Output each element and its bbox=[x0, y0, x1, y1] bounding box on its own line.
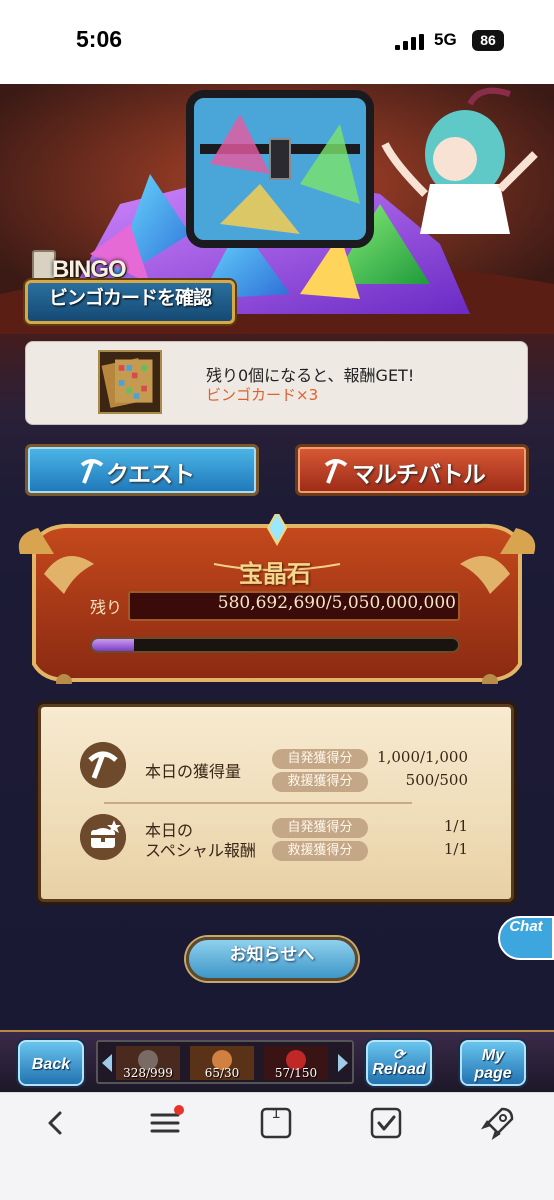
bingo-card-reward-icon bbox=[98, 350, 162, 414]
remaining-value: 580,692,690/5,050,000,000 bbox=[217, 593, 456, 613]
treasure-chest-icon bbox=[80, 814, 126, 860]
chat-button[interactable]: Chat bbox=[498, 916, 554, 960]
pickaxe-icon bbox=[80, 459, 104, 484]
daily-gain-label: 本日の獲得量 bbox=[145, 762, 242, 781]
reload-icon: ⟳ bbox=[393, 1046, 405, 1062]
back-button[interactable]: Back bbox=[16, 1038, 86, 1088]
tab-switcher-button[interactable]: 1 bbox=[258, 1105, 294, 1141]
chat-label: Chat bbox=[509, 918, 543, 935]
ap-resource: 328/999 bbox=[116, 1046, 180, 1080]
board-divider bbox=[104, 802, 412, 804]
browser-toolbar: 1 bbox=[0, 1092, 554, 1200]
tab-count: 1 bbox=[271, 1105, 281, 1122]
reward-condition-text: 残り0個になると、報酬GET! bbox=[206, 366, 415, 385]
back-arrow-icon[interactable] bbox=[38, 1105, 74, 1141]
go-to-notice-label: お知らせへ bbox=[229, 945, 315, 965]
pickaxe-icon bbox=[80, 742, 126, 788]
multi-battle-button[interactable]: マルチバトル bbox=[295, 444, 529, 496]
check-bingo-card-button[interactable]: ビンゴカードを確認 bbox=[25, 280, 235, 324]
ep-value: 57/150 bbox=[274, 1066, 318, 1080]
rocket-icon[interactable] bbox=[480, 1105, 516, 1141]
self-special-value: 1/1 bbox=[443, 817, 468, 835]
battery-icon: 86 bbox=[472, 30, 504, 51]
special-reward-label-line1: 本日の bbox=[145, 821, 194, 840]
status-time: 5:06 bbox=[76, 26, 123, 52]
quest-button[interactable]: クエスト bbox=[25, 444, 259, 496]
reload-label: Reload bbox=[372, 1061, 426, 1078]
special-reward-label-line2: スペシャル報酬 bbox=[145, 841, 256, 860]
self-gain-value: 1,000/1,000 bbox=[377, 748, 468, 766]
bp-value: 65/30 bbox=[204, 1066, 240, 1080]
rescue-special-value: 1/1 bbox=[443, 840, 468, 858]
ap-value: 328/999 bbox=[123, 1066, 173, 1080]
go-to-notice-button[interactable]: お知らせへ bbox=[186, 937, 358, 981]
game-nav-bar: Back 328/999 65/30 57/150 ⟳ Reload My pa… bbox=[0, 1030, 554, 1092]
status-bar: 5:06 5G 86 bbox=[0, 0, 554, 84]
checkbox-icon[interactable] bbox=[368, 1105, 404, 1141]
pickaxe-icon bbox=[324, 459, 348, 484]
crystal-progress-fill bbox=[92, 639, 135, 651]
my-page-label-line1: My bbox=[481, 1047, 505, 1064]
remaining-label: 残り bbox=[90, 598, 123, 617]
network-type: 5G bbox=[434, 30, 457, 49]
my-page-label-line2: page bbox=[474, 1065, 512, 1082]
crystal-progress-bar bbox=[90, 637, 460, 653]
resource-strip[interactable]: 328/999 65/30 57/150 bbox=[96, 1040, 354, 1084]
remaining-value-box: 580,692,690/5,050,000,000 bbox=[128, 591, 460, 621]
back-label: Back bbox=[31, 1056, 71, 1073]
menu-icon[interactable] bbox=[148, 1105, 184, 1141]
reload-button[interactable]: ⟳ Reload bbox=[364, 1038, 434, 1088]
chevron-right-icon[interactable] bbox=[338, 1054, 348, 1072]
quest-label: クエスト bbox=[106, 462, 195, 488]
check-bingo-card-label: ビンゴカードを確認 bbox=[48, 287, 212, 309]
rescue-gain-value: 500/500 bbox=[405, 771, 468, 789]
my-page-button[interactable]: My page bbox=[458, 1038, 528, 1088]
chevron-left-icon[interactable] bbox=[102, 1054, 112, 1072]
reward-item-text: ビンゴカード×3 bbox=[206, 386, 319, 404]
multi-battle-label: マルチバトル bbox=[352, 462, 486, 488]
game-area: BINGO ビンゴカードを確認 残り0個になると、報酬GET! ビンゴカード×3… bbox=[0, 84, 554, 1030]
bp-resource: 65/30 bbox=[190, 1046, 254, 1080]
cellular-signal-icon bbox=[395, 34, 424, 50]
crystal-panel-title: 宝晶石 bbox=[239, 560, 311, 588]
ep-resource: 57/150 bbox=[264, 1046, 328, 1080]
